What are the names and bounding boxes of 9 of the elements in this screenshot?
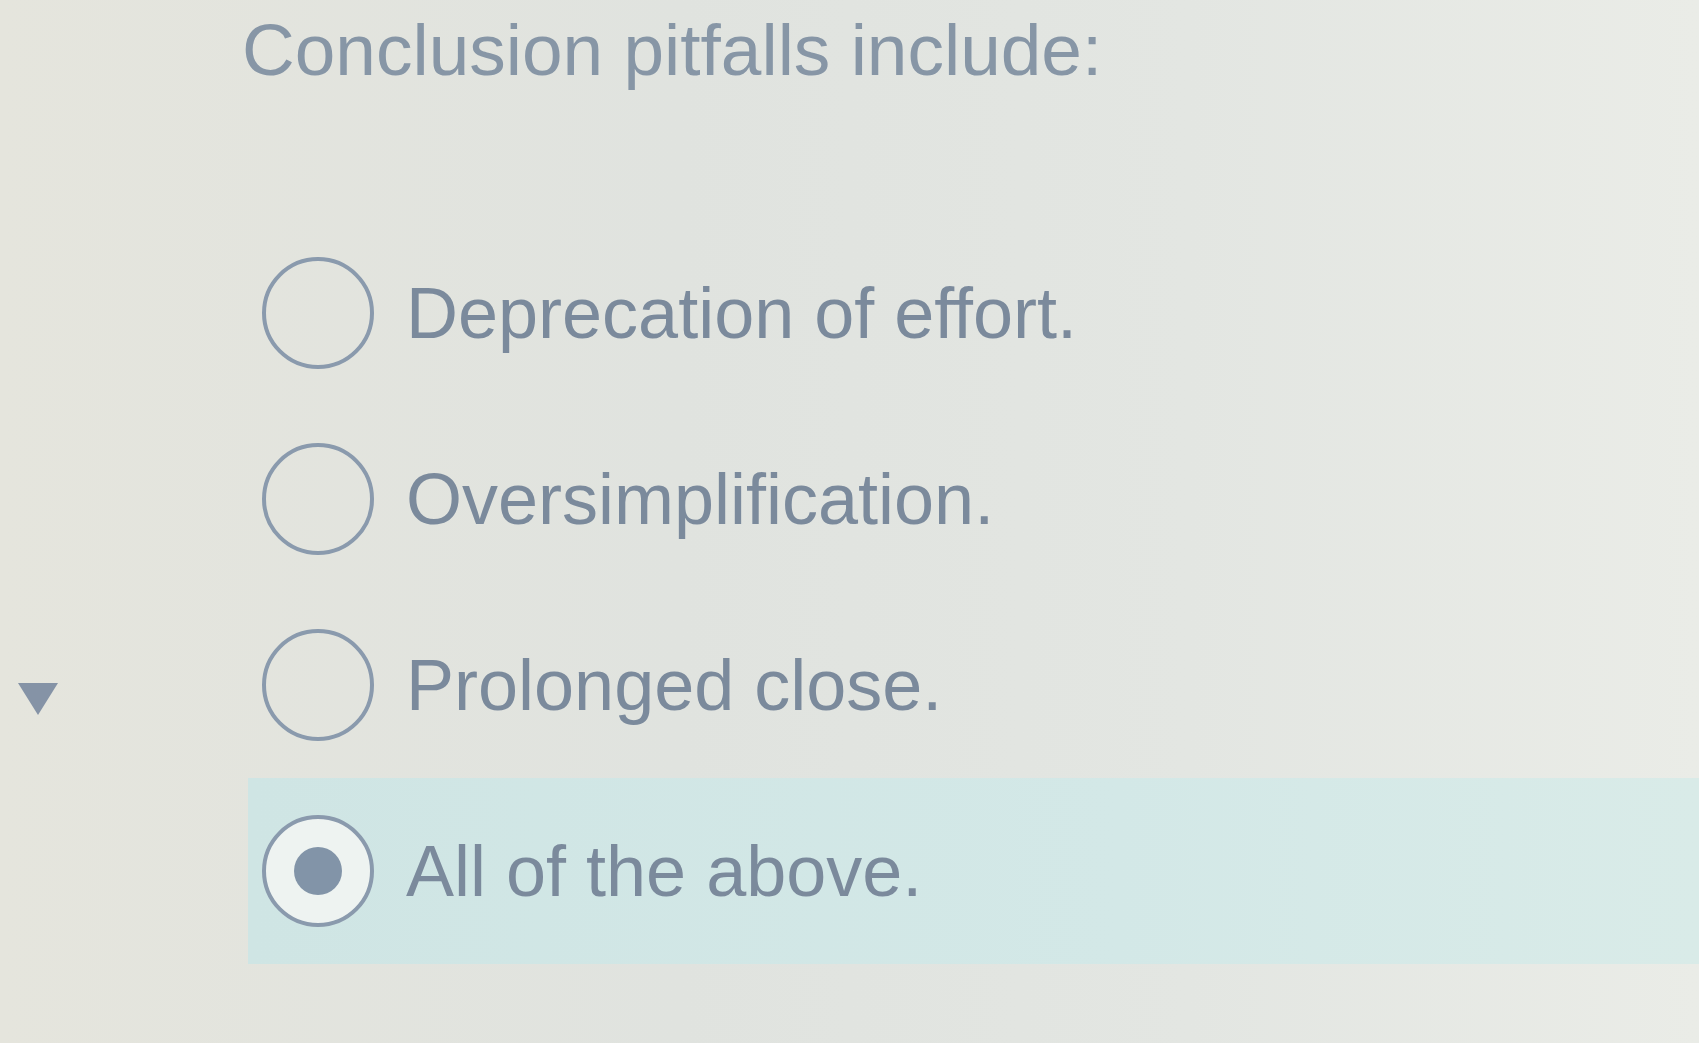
radio-button[interactable] [262,628,374,741]
option-label: All of the above. [406,829,923,913]
question-text: Conclusion pitfalls include: [242,8,1103,92]
triangle-icon [18,683,58,715]
option-label: Oversimplification. [406,457,995,541]
radio-button[interactable] [262,442,374,555]
option-label: Deprecation of effort. [406,271,1078,355]
option-label: Prolonged close. [406,643,943,727]
radio-button[interactable] [262,256,374,369]
